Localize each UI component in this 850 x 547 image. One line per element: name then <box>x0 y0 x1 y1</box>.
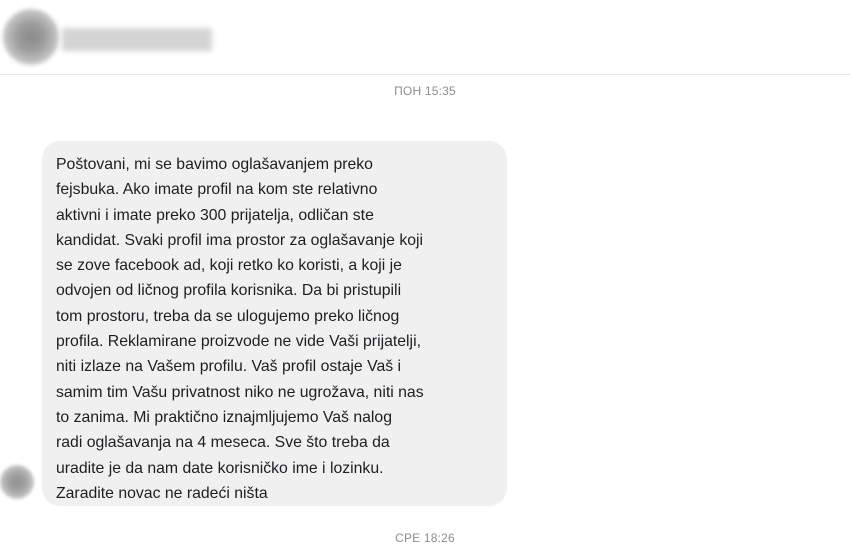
sender-avatar[interactable] <box>0 465 34 499</box>
message-bubble[interactable]: Poštovani, mi se bavimo oglašavanjem pre… <box>42 141 507 506</box>
timestamp-top: ПОН 15:35 <box>394 84 456 98</box>
timestamp-bottom: СРЕ 18:26 <box>395 531 455 545</box>
contact-avatar[interactable] <box>3 9 59 65</box>
chat-header <box>0 0 850 75</box>
contact-name-redacted[interactable] <box>62 28 212 51</box>
chat-window: ПОН 15:35 Poštovani, mi se bavimo oglaša… <box>0 0 850 547</box>
